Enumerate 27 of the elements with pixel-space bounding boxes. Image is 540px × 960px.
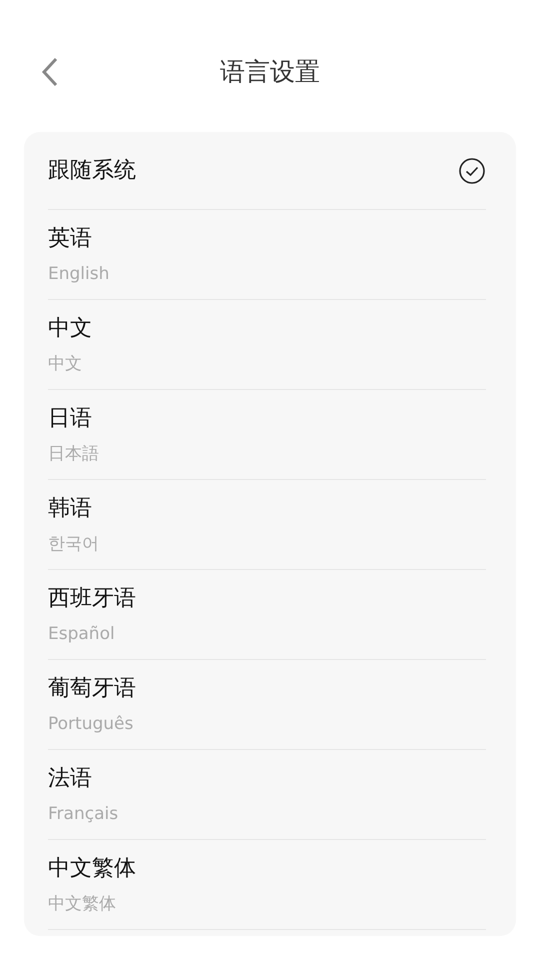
language-native-name: 中文繁体 bbox=[48, 892, 116, 916]
language-option[interactable]: 英语 English bbox=[48, 210, 486, 300]
language-name: 法语 bbox=[48, 764, 92, 792]
language-name: 葡萄牙语 bbox=[48, 674, 136, 702]
language-name: 中文繁体 bbox=[48, 854, 136, 882]
language-option[interactable]: 日语 日本語 bbox=[48, 390, 486, 480]
page-title: 语言设置 bbox=[220, 56, 320, 88]
language-native-name: 한국어 bbox=[48, 532, 99, 556]
language-name: 韩语 bbox=[48, 494, 92, 522]
language-native-name: Português bbox=[48, 712, 134, 736]
check-icon bbox=[459, 158, 485, 184]
language-name: 跟随系统 bbox=[48, 156, 136, 184]
language-option[interactable]: 中文 中文 bbox=[48, 300, 486, 390]
language-name: 英语 bbox=[48, 224, 92, 252]
language-option[interactable]: 中文繁体 中文繁体 bbox=[48, 840, 486, 930]
language-option[interactable]: 法语 Français bbox=[48, 750, 486, 840]
language-name: 日语 bbox=[48, 404, 92, 432]
language-option[interactable]: 葡萄牙语 Português bbox=[48, 660, 486, 750]
language-native-name: Español bbox=[48, 622, 115, 646]
language-name: 中文 bbox=[48, 314, 92, 342]
language-native-name: English bbox=[48, 262, 110, 286]
language-native-name: Français bbox=[48, 802, 118, 826]
language-native-name: 日本語 bbox=[48, 442, 99, 466]
language-native-name: 中文 bbox=[48, 352, 82, 376]
language-option[interactable]: 韩语 한국어 bbox=[48, 480, 486, 570]
language-name: 西班牙语 bbox=[48, 584, 136, 612]
language-option[interactable]: 西班牙语 Español bbox=[48, 570, 486, 660]
